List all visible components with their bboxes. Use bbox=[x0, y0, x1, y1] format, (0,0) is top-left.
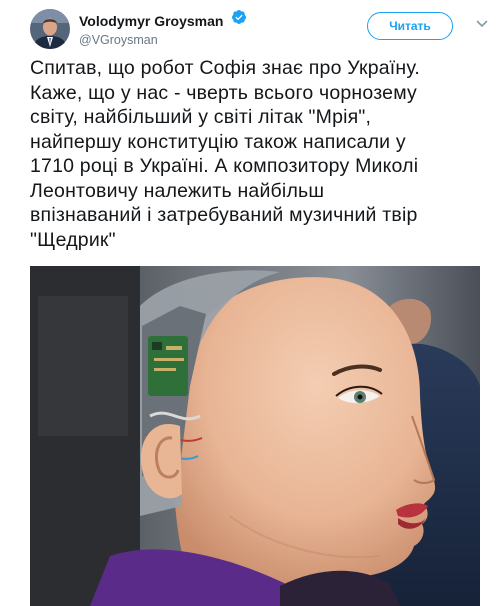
chevron-down-icon[interactable] bbox=[475, 17, 489, 31]
author-handle[interactable]: @VGroysman bbox=[79, 32, 247, 48]
author-info: Volodymyr Groysman @VGroysman bbox=[79, 10, 247, 48]
tweet-text-line: впізнаваний і затребуваний музичний твір bbox=[30, 204, 418, 226]
verified-badge-icon bbox=[231, 9, 247, 30]
author-avatar[interactable] bbox=[30, 9, 70, 49]
tweet-text-line: Спитав, що робот Софія знає про Україну. bbox=[30, 57, 421, 79]
robot-photo-illustration bbox=[30, 266, 480, 606]
tweet-text-line: світу, найбільший у світі літак "Мрія", bbox=[30, 106, 372, 128]
follow-button[interactable]: Читать bbox=[367, 12, 453, 40]
tweet-text-line: "Щедрик" bbox=[30, 228, 116, 251]
tweet-text-line: найпершу конституцію також написали у bbox=[30, 130, 406, 153]
tweet-text-line: Каже, що у нас - чверть всього чорнозему bbox=[30, 81, 417, 104]
tweet-text: Спитав, що робот Софія знає про Україну.… bbox=[30, 56, 480, 252]
author-display-name[interactable]: Volodymyr Groysman bbox=[79, 12, 223, 30]
tweet-card: Volodymyr Groysman @VGroysman Читать Спи… bbox=[0, 0, 504, 606]
tweet-text-line: 1710 році в Україні. А композитору Микол… bbox=[30, 155, 419, 177]
tweet-text-line: Леонтовичу належить найбільш bbox=[30, 179, 325, 202]
tweet-photo[interactable] bbox=[30, 266, 480, 606]
avatar-image bbox=[30, 9, 70, 49]
